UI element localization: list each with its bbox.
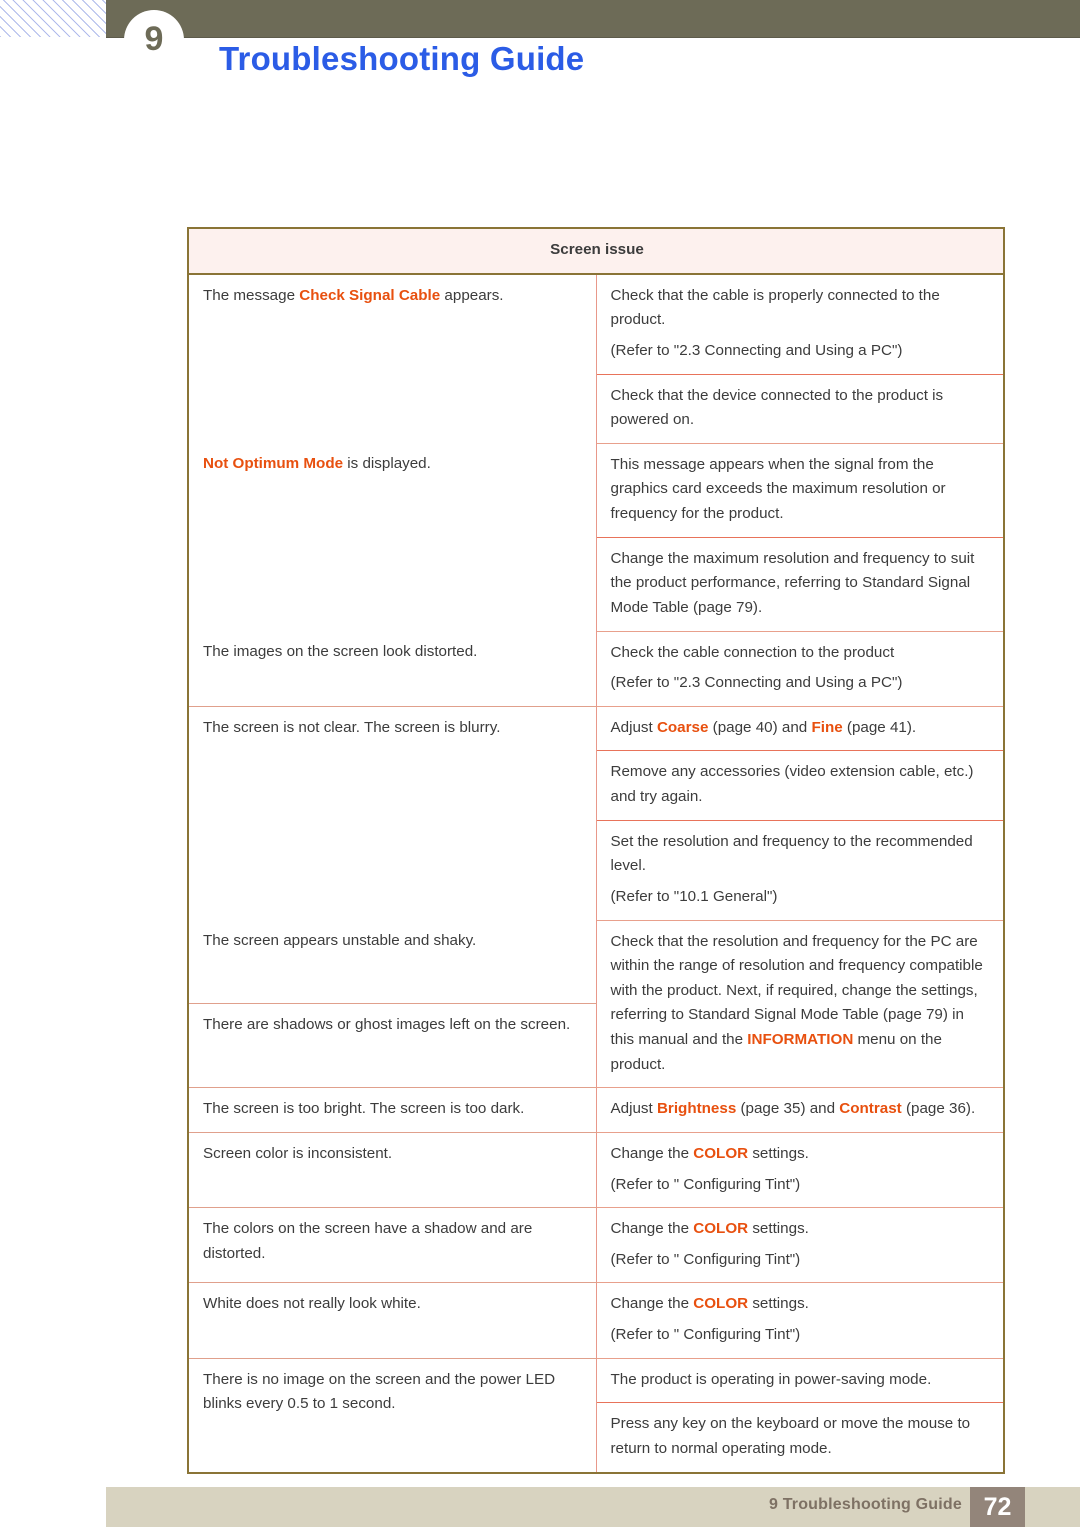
issue-text: The colors on the screen have a shadow a… (203, 1220, 533, 1262)
footer-page-number: 72 (970, 1487, 1025, 1527)
issue-text-part: is displayed. (343, 455, 431, 473)
solution-cell: Set the resolution and frequency to the … (596, 820, 1004, 921)
corner-hatch-decoration (0, 0, 106, 37)
solution-line: (Refer to "10.1 General") (610, 887, 778, 905)
solution-text-part: Adjust (610, 1100, 657, 1118)
issue-text: The screen is not clear. The screen is b… (203, 718, 501, 736)
issue-text: There are shadows or ghost images left o… (203, 1015, 571, 1033)
table-row: The colors on the screen have a shadow a… (188, 1207, 1004, 1284)
issue-cell-no-image-led: There is no image on the screen and the … (188, 1358, 597, 1473)
solution-text-part: (page 35) and (736, 1100, 840, 1118)
solution-text-part: Change the (610, 1220, 694, 1238)
solution-line: This message appears when the signal fro… (610, 455, 946, 522)
issue-cell-unstable-shaky: The screen appears unstable and shaky. (188, 920, 597, 1004)
page-title: Troubleshooting Guide (219, 40, 585, 77)
solution-cell: Change the COLOR settings. (Refer to " C… (596, 1282, 1004, 1359)
table-header-row: Screen issue (188, 227, 1004, 275)
issue-cell-images-distorted: The images on the screen look distorted. (188, 631, 597, 707)
solution-cell: Check that the device connected to the p… (596, 374, 1004, 444)
chapter-number: 9 (144, 20, 164, 58)
solution-line: Change the maximum resolution and freque… (610, 549, 975, 616)
issue-cell-not-optimum-mode: Not Optimum Mode is displayed. (188, 443, 597, 631)
keyword-not-optimum-mode: Not Optimum Mode (203, 455, 344, 473)
solution-text-part: settings. (748, 1220, 809, 1238)
solution-cell: Change the COLOR settings. (Refer to " C… (596, 1132, 1004, 1209)
issue-text: There is no image on the screen and the … (203, 1370, 556, 1413)
solution-text-part: (page 40) and (708, 718, 812, 736)
solution-text-part: settings. (748, 1144, 809, 1162)
solution-cell: This message appears when the signal fro… (596, 443, 1004, 538)
issue-text: The images on the screen look distorted. (203, 643, 478, 660)
table-row: The screen is too bright. The screen is … (188, 1087, 1004, 1133)
table-row: The screen is not clear. The screen is b… (188, 706, 1004, 920)
keyword-fine: Fine (811, 718, 843, 736)
solution-text-part: settings. (748, 1295, 809, 1313)
table-row: The screen appears unstable and shaky. C… (188, 920, 1004, 1089)
keyword-color: COLOR (693, 1144, 749, 1162)
solution-cell: Check the cable connection to the produc… (596, 631, 1004, 707)
table-row: White does not really look white. Change… (188, 1282, 1004, 1359)
table-row: The message Check Signal Cable appears. … (188, 273, 1004, 444)
solution-line: Press any key on the keyboard or move th… (610, 1415, 971, 1457)
issue-text: White does not really look white. (203, 1295, 421, 1313)
keyword-color: COLOR (693, 1220, 749, 1238)
solution-line: Check the cable connection to the produc… (610, 643, 895, 661)
table-header-cell: Screen issue (188, 227, 1004, 275)
issue-cell-bright-dark: The screen is too bright. The screen is … (188, 1087, 597, 1133)
footer-chapter-label: 9 Troubleshooting Guide (768, 1496, 962, 1513)
solution-text-part: (page 41). (842, 718, 917, 736)
solution-line: (Refer to " Configuring Tint") (610, 1250, 801, 1268)
table-row: The images on the screen look distorted.… (188, 631, 1004, 707)
solution-text-part: Change the (610, 1295, 694, 1313)
solution-line: (Refer to "2.3 Connecting and Using a PC… (610, 341, 903, 359)
solution-cell: Remove any accessories (video extension … (596, 750, 1004, 821)
table-row: Screen color is inconsistent. Change the… (188, 1132, 1004, 1209)
solution-text-part: (page 36). (901, 1100, 976, 1118)
issue-text: The screen appears unstable and shaky. (203, 932, 477, 949)
issue-text: Screen color is inconsistent. (203, 1144, 393, 1162)
solution-line: Set the resolution and frequency to the … (610, 832, 973, 875)
screen-issue-table: Screen issue The message Check Signal Ca… (187, 227, 1005, 1474)
solution-line: (Refer to "2.3 Connecting and Using a PC… (610, 674, 903, 692)
solution-cell: Check that the resolution and frequency … (596, 920, 1004, 1089)
solution-line: Check that the cable is properly connect… (610, 286, 940, 329)
issue-text: The screen is too bright. The screen is … (203, 1100, 525, 1118)
issue-text-part: The message (203, 286, 300, 304)
solution-cell: Adjust Coarse (page 40) and Fine (page 4… (596, 706, 1004, 752)
table-row: Not Optimum Mode is displayed. This mess… (188, 443, 1004, 631)
solution-cell: Press any key on the keyboard or move th… (596, 1403, 1004, 1473)
solution-line: (Refer to " Configuring Tint") (610, 1175, 801, 1193)
screen-issue-table-wrapper: Screen issue The message Check Signal Ca… (187, 227, 1005, 1474)
keyword-information: INFORMATION (747, 1031, 854, 1048)
solution-text-part: Change the (610, 1144, 694, 1162)
solution-cell: Change the maximum resolution and freque… (596, 537, 1004, 632)
issue-cell-colors-shadow: The colors on the screen have a shadow a… (188, 1207, 597, 1284)
issue-cell-check-signal-cable: The message Check Signal Cable appears. (188, 273, 597, 444)
solution-cell: Check that the cable is properly connect… (596, 273, 1004, 375)
issue-text-part: appears. (440, 286, 504, 304)
keyword-check-signal-cable: Check Signal Cable (299, 286, 441, 304)
keyword-color: COLOR (693, 1295, 749, 1313)
solution-line: Remove any accessories (video extension … (610, 763, 974, 805)
keyword-contrast: Contrast (839, 1100, 902, 1118)
table-row: There is no image on the screen and the … (188, 1358, 1004, 1473)
keyword-coarse: Coarse (656, 718, 709, 736)
issue-cell-color-inconsistent: Screen color is inconsistent. (188, 1132, 597, 1209)
issue-cell-shadows-ghost: There are shadows or ghost images left o… (188, 1003, 597, 1089)
solution-text-part: Adjust (610, 718, 657, 736)
solution-cell: Change the COLOR settings. (Refer to " C… (596, 1207, 1004, 1284)
header-olive-bar (106, 0, 1080, 38)
issue-cell-screen-blurry: The screen is not clear. The screen is b… (188, 706, 597, 920)
solution-line: (Refer to " Configuring Tint") (610, 1326, 801, 1343)
solution-line: Check that the device connected to the p… (610, 386, 944, 429)
issue-cell-white-not-white: White does not really look white. (188, 1282, 597, 1359)
solution-line: The product is operating in power-saving… (610, 1370, 932, 1388)
solution-cell: Adjust Brightness (page 35) and Contrast… (596, 1087, 1004, 1133)
solution-cell: The product is operating in power-saving… (596, 1358, 1004, 1404)
keyword-brightness: Brightness (656, 1100, 737, 1118)
